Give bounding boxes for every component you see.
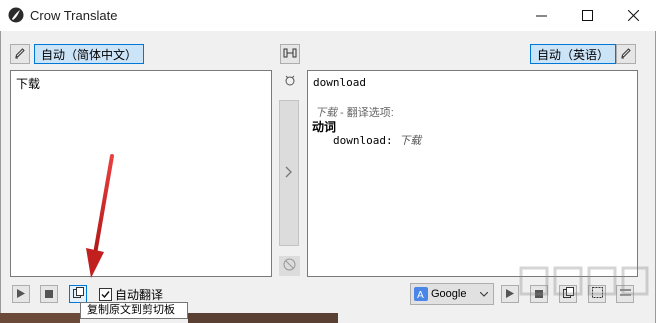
maximize-icon [581,10,593,21]
abort-button[interactable] [279,256,300,276]
source-text-area[interactable]: 下载 [10,70,272,277]
close-button[interactable] [610,0,656,31]
window-title: Crow Translate [30,8,118,23]
close-icon [627,10,639,21]
translation-word: download [313,76,366,89]
maximize-button[interactable] [564,0,610,31]
copy-source-tooltip: 复制原文到剪切板 [80,302,188,319]
chevron-right-icon [285,166,293,181]
swap-languages-button[interactable] [280,44,300,64]
auto-translate-label[interactable]: 自动翻译 [115,286,163,303]
settings-button[interactable] [279,71,300,92]
engine-select[interactable]: A Google [410,283,494,305]
play-source-button[interactable] [12,285,30,303]
edit-target-language-button[interactable] [616,44,636,64]
annotation-arrow [86,154,114,278]
chevron-down-icon [479,288,489,300]
stop-icon [45,287,53,301]
svg-text:A: A [417,290,424,301]
minimize-button[interactable] [518,0,564,31]
stop-source-button[interactable] [40,285,58,303]
swap-icon [283,47,297,62]
source-language-button[interactable]: 自动（简体中文） [34,44,145,64]
desktop-background [188,313,338,323]
edit-source-language-button[interactable] [10,44,30,64]
minimize-icon [535,10,547,21]
crow-settings-icon [283,73,297,90]
play-icon [506,287,514,301]
watermark-logo [519,266,649,296]
pencil-icon [620,47,632,62]
play-icon [17,287,25,301]
entry-translation: 下载 [399,134,422,147]
translate-engine-icon: A [414,287,428,301]
translation-text-area[interactable]: download 下载 - 翻译选项: 动词 download: 下载 [307,70,638,277]
options-label: - 翻译选项: [337,107,394,119]
pencil-icon [14,47,26,62]
dictionary-entry: download: 下载 [333,132,421,148]
entry-term: download: [333,134,393,147]
window-border-left [0,31,1,323]
crow-app-icon [8,7,24,23]
target-language-button[interactable]: 自动（英语） [530,44,617,64]
title-bar: Crow Translate [0,0,656,32]
desktop-background [0,313,80,323]
source-text: 下载 [16,77,41,91]
translate-button[interactable] [279,100,299,246]
stop-circle-icon [283,258,296,274]
engine-name: Google [431,288,467,300]
